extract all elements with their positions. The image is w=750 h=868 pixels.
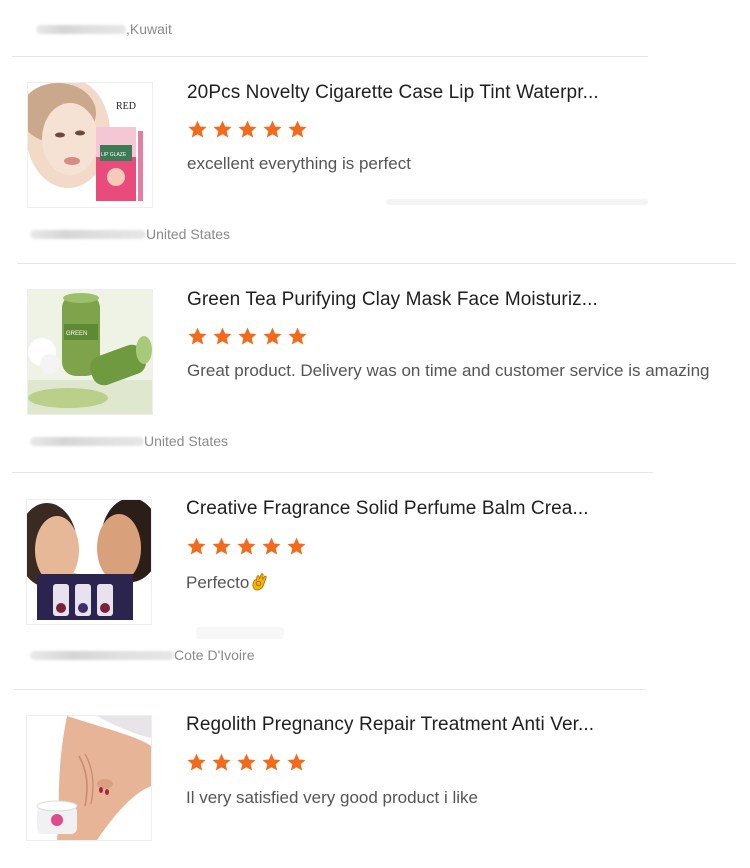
star-icon [188,120,207,138]
star-icon [263,327,282,345]
review-text-container: Perfecto [186,571,269,593]
star-icon [213,120,232,138]
reviewer-country: Cote D'Ivoire [174,647,255,663]
star-icon [237,537,256,555]
blurred-username [30,650,174,660]
star-icon [262,537,281,555]
reviewer-location: United States [30,224,230,244]
stretch-mark-cream-image [27,716,151,840]
star-rating [186,536,307,557]
divider [12,56,648,57]
blurred-username [30,436,144,446]
star-icon [237,753,256,771]
reviewer-location-header: ,Kuwait [36,19,172,39]
review-text: Il very satisfied very good product i li… [186,788,478,807]
green-tea-mask-image: GREEN [28,290,152,414]
star-icon [212,753,231,771]
star-icon [188,327,207,345]
image-label: RED [116,101,136,112]
star-icon [287,537,306,555]
star-icon [187,537,206,555]
reviewer-country: United States [144,433,229,449]
divider [12,472,653,473]
divider [17,263,736,264]
reviewer-location: Cote D'Ivoire [30,645,254,665]
star-icon [287,753,306,771]
blurred-username [36,24,126,34]
image-box-text: GREEN [66,331,87,337]
perfume-balm-image [27,500,151,624]
product-thumbnail[interactable]: RED LIP GLAZE [27,82,153,208]
star-rating [186,752,307,773]
ok-hand-emoji-icon [252,573,267,591]
star-icon [187,753,206,771]
product-title[interactable]: 20Pcs Novelty Cigarette Case Lip Tint Wa… [187,82,599,104]
star-icon [262,753,281,771]
product-title[interactable]: Creative Fragrance Solid Perfume Balm Cr… [186,498,589,520]
product-title[interactable]: Green Tea Purifying Clay Mask Face Moist… [187,289,598,311]
star-icon [212,537,231,555]
image-box-text: LIP GLAZE [101,152,127,158]
star-icon [238,327,257,345]
star-icon [263,120,282,138]
lip-tint-product-image: RED LIP GLAZE [28,83,152,207]
star-icon [213,327,232,345]
review-image-strip [196,627,284,639]
reviewer-country: ,Kuwait [126,21,172,37]
star-icon [288,120,307,138]
star-icon [238,120,257,138]
review-text: Perfecto [186,573,250,592]
review-text: Great product. Delivery was on time and … [187,361,710,380]
product-thumbnail[interactable] [26,499,152,625]
product-title[interactable]: Regolith Pregnancy Repair Treatment Anti… [186,714,594,736]
blurred-username [30,229,146,239]
reviewer-country: United States [146,226,231,242]
review-image-strip [386,199,648,205]
product-thumbnail[interactable] [26,715,152,841]
star-rating [187,326,308,347]
review-text: excellent everything is perfect [187,154,411,173]
star-icon [288,327,307,345]
star-rating [187,119,308,140]
divider [14,689,646,690]
reviewer-location: United States [30,431,228,451]
product-thumbnail[interactable]: GREEN [27,289,153,415]
